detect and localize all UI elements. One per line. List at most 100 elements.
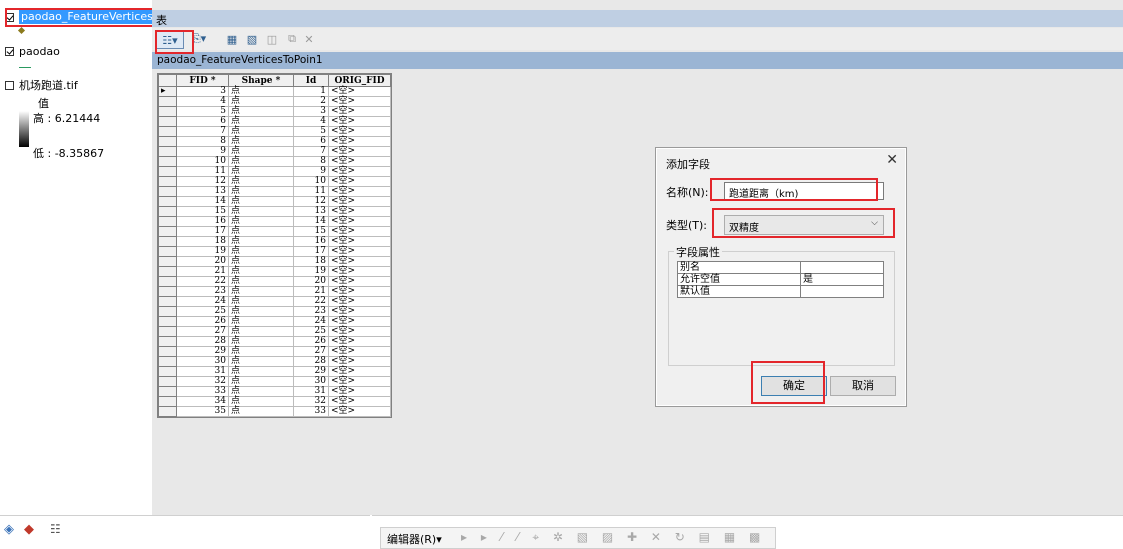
row-selector[interactable] [158, 136, 177, 147]
property-row[interactable]: 默认值 [677, 285, 884, 298]
cell-id[interactable]: 27 [293, 346, 329, 357]
table-row[interactable]: 7 点 5 <空> [158, 126, 391, 137]
table-row[interactable]: 20 点 18 <空> [158, 256, 391, 267]
cell-shape[interactable]: 点 [228, 346, 294, 357]
cell-shape[interactable]: 点 [228, 256, 294, 267]
editing-tools-icons[interactable]: ▸ ▸ ⁄ ⁄ ⌖ ✲ ▧ ▨ ✚ ✕ ↻ ▤ ▦ ▩ [461, 530, 765, 545]
row-selector[interactable] [158, 286, 177, 297]
cell-id[interactable]: 28 [293, 356, 329, 367]
cell-orig-fid[interactable]: <空> [328, 316, 391, 327]
row-selector[interactable] [158, 406, 177, 417]
table-row[interactable]: 8 点 6 <空> [158, 136, 391, 147]
table-row[interactable]: 29 点 27 <空> [158, 346, 391, 357]
cell-fid[interactable]: 22 [176, 276, 229, 287]
table-row[interactable]: 32 点 30 <空> [158, 376, 391, 387]
field-type-select[interactable]: 双精度 ⌵ [724, 215, 884, 235]
cell-shape[interactable]: 点 [228, 106, 294, 117]
cell-shape[interactable]: 点 [228, 356, 294, 367]
cell-shape[interactable]: 点 [228, 366, 294, 377]
row-selector[interactable] [158, 276, 177, 287]
cell-fid[interactable]: 13 [176, 186, 229, 197]
layer-visibility-checkbox[interactable] [5, 46, 14, 56]
cell-shape[interactable]: 点 [228, 336, 294, 347]
table-row[interactable]: 10 点 8 <空> [158, 156, 391, 167]
cell-id[interactable]: 13 [293, 206, 329, 217]
cell-fid[interactable]: 32 [176, 376, 229, 387]
row-selector[interactable] [158, 146, 177, 157]
cell-fid[interactable]: 11 [176, 166, 229, 177]
cell-shape[interactable]: 点 [228, 286, 294, 297]
table-row[interactable]: 27 点 25 <空> [158, 326, 391, 337]
cell-id[interactable]: 16 [293, 236, 329, 247]
copy-selected-button[interactable]: ⧉ [284, 31, 300, 47]
table-row[interactable]: 13 点 11 <空> [158, 186, 391, 197]
row-selector[interactable] [158, 306, 177, 317]
cell-orig-fid[interactable]: <空> [328, 156, 391, 167]
cell-fid[interactable]: 8 [176, 136, 229, 147]
cell-id[interactable]: 31 [293, 386, 329, 397]
cell-fid[interactable]: 15 [176, 206, 229, 217]
cell-orig-fid[interactable]: <空> [328, 236, 391, 247]
table-row[interactable]: 24 点 22 <空> [158, 296, 391, 307]
cell-shape[interactable]: 点 [228, 186, 294, 197]
cell-orig-fid[interactable]: <空> [328, 306, 391, 317]
row-selector[interactable] [158, 156, 177, 167]
cell-fid[interactable]: 16 [176, 216, 229, 227]
property-row[interactable]: 别名 [677, 261, 884, 274]
table-row[interactable]: 17 点 15 <空> [158, 226, 391, 237]
table-options-button[interactable]: ☷▾ [156, 31, 184, 49]
cell-shape[interactable]: 点 [228, 236, 294, 247]
row-selector[interactable] [158, 366, 177, 377]
row-selector[interactable] [158, 196, 177, 207]
cell-id[interactable]: 23 [293, 306, 329, 317]
table-row[interactable]: 30 点 28 <空> [158, 356, 391, 367]
row-selector[interactable] [158, 166, 177, 177]
cell-id[interactable]: 8 [293, 156, 329, 167]
cell-orig-fid[interactable]: <空> [328, 276, 391, 287]
cell-fid[interactable]: 6 [176, 116, 229, 127]
table-row[interactable]: 28 点 26 <空> [158, 336, 391, 347]
cell-id[interactable]: 30 [293, 376, 329, 387]
row-selector[interactable] [158, 326, 177, 337]
table-row[interactable]: 21 点 19 <空> [158, 266, 391, 277]
cell-fid[interactable]: 18 [176, 236, 229, 247]
layer-row-raster[interactable]: 机场跑道.tif [0, 77, 78, 93]
cell-id[interactable]: 11 [293, 186, 329, 197]
property-value[interactable] [800, 285, 884, 298]
cell-orig-fid[interactable]: <空> [328, 196, 391, 207]
table-row[interactable]: 4 点 2 <空> [158, 96, 391, 107]
field-properties-table[interactable]: 别名 允许空值 是 默认值 [677, 261, 884, 298]
cell-orig-fid[interactable]: <空> [328, 396, 391, 407]
cell-fid[interactable]: 19 [176, 246, 229, 257]
cell-fid[interactable]: 21 [176, 266, 229, 277]
row-selector[interactable] [158, 206, 177, 217]
cell-shape[interactable]: 点 [228, 196, 294, 207]
close-icon[interactable]: ✕ [886, 152, 898, 168]
row-selector[interactable] [158, 386, 177, 397]
cell-orig-fid[interactable]: <空> [328, 86, 391, 97]
table-row[interactable]: 9 点 7 <空> [158, 146, 391, 157]
property-value[interactable]: 是 [800, 273, 884, 286]
cell-id[interactable]: 25 [293, 326, 329, 337]
cell-id[interactable]: 1 [293, 86, 329, 97]
cell-orig-fid[interactable]: <空> [328, 186, 391, 197]
cell-shape[interactable]: 点 [228, 166, 294, 177]
cell-orig-fid[interactable]: <空> [328, 386, 391, 397]
table-tab[interactable]: paodao_FeatureVerticesToPoin1 [157, 54, 323, 66]
layer-row-paodao[interactable]: paodao [0, 43, 60, 59]
cell-orig-fid[interactable]: <空> [328, 96, 391, 107]
cell-orig-fid[interactable]: <空> [328, 376, 391, 387]
table-row[interactable]: 5 点 3 <空> [158, 106, 391, 117]
table-row[interactable]: 31 点 29 <空> [158, 366, 391, 377]
row-selector[interactable] [158, 336, 177, 347]
cell-shape[interactable]: 点 [228, 136, 294, 147]
cell-orig-fid[interactable]: <空> [328, 346, 391, 357]
row-selector[interactable] [158, 96, 177, 107]
cell-id[interactable]: 22 [293, 296, 329, 307]
cell-fid[interactable]: 25 [176, 306, 229, 317]
cell-orig-fid[interactable]: <空> [328, 136, 391, 147]
cell-shape[interactable]: 点 [228, 126, 294, 137]
layer-name[interactable]: paodao_FeatureVerticesTo [19, 10, 167, 24]
cell-fid[interactable]: 28 [176, 336, 229, 347]
cell-id[interactable]: 3 [293, 106, 329, 117]
